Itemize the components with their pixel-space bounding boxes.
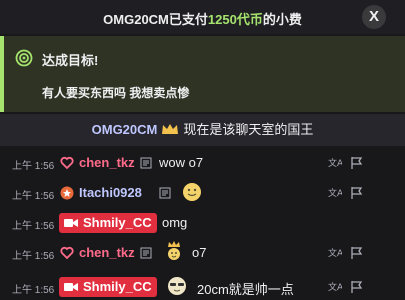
crowned-emote-icon	[168, 241, 180, 260]
king-banner: OMG20CM 现在是该聊天室的国王	[0, 114, 405, 146]
flag-icon[interactable]	[350, 186, 364, 200]
tip-banner: OMG20CM已支付1250代币的小费 X	[0, 0, 405, 34]
chat-message: 上午 1:56 Shmily_CC 20cm就是帅一点 文A	[0, 272, 405, 300]
message-time: 上午 1:56	[12, 161, 55, 172]
translate-icon[interactable]: 文A	[328, 280, 342, 294]
message-text: wow o7	[159, 155, 204, 170]
king-label: 现在是该聊天室的国王	[183, 122, 314, 137]
tip-message: OMG20CM已支付1250代币的小费	[0, 9, 405, 28]
camera-icon	[64, 219, 78, 227]
goal-description: 有人要买东西吗 我想卖点惨	[42, 86, 190, 100]
message-text: omg	[162, 215, 188, 230]
star-badge-icon	[60, 186, 74, 200]
svg-text:文A: 文A	[328, 247, 342, 259]
message-text: o7	[192, 245, 207, 260]
tip-text-after: 的小费	[262, 12, 302, 27]
translate-icon[interactable]: 文A	[328, 246, 342, 260]
tip-user[interactable]: OMG20CM	[103, 12, 169, 27]
close-button[interactable]: X	[362, 5, 386, 29]
goal-panel: 达成目标! 有人要买东西吗 我想卖点惨	[0, 36, 405, 112]
chat-message: 上午 1:56 chen_tkz o7 文A	[0, 238, 405, 268]
translate-icon[interactable]: 文A	[328, 186, 342, 200]
chat-message: 上午 1:56 Shmily_CC omg	[0, 208, 405, 238]
heart-badge-icon	[60, 246, 74, 260]
broadcaster-badge[interactable]: Shmily_CC	[59, 277, 157, 297]
flag-icon[interactable]	[350, 280, 364, 294]
message-time: 上午 1:56	[12, 191, 55, 202]
translate-icon[interactable]: 文A	[328, 156, 342, 170]
flag-icon[interactable]	[350, 156, 364, 170]
message-time: 上午 1:56	[12, 251, 55, 262]
note-icon[interactable]	[140, 157, 152, 169]
smile-emote-icon	[183, 183, 201, 201]
broadcaster-badge[interactable]: Shmily_CC	[59, 213, 157, 233]
camera-icon	[64, 283, 78, 291]
chat-message: 上午 1:56 Itachi0928 文A	[0, 178, 405, 208]
note-icon[interactable]	[140, 247, 152, 259]
flag-icon[interactable]	[350, 246, 364, 260]
message-text: 20cm就是帅一点	[197, 282, 294, 297]
svg-text:文A: 文A	[328, 157, 342, 169]
svg-text:文A: 文A	[328, 281, 342, 293]
chat-message: 上午 1:56 chen_tkz wow o7 文A	[0, 148, 405, 178]
message-time: 上午 1:56	[12, 285, 55, 296]
close-icon: X	[368, 8, 379, 25]
target-icon	[15, 49, 33, 67]
message-username[interactable]: Itachi0928	[79, 185, 142, 200]
note-icon[interactable]	[159, 187, 171, 199]
heart-badge-icon	[60, 156, 74, 170]
goal-title: 达成目标!	[42, 53, 99, 68]
crown-icon	[162, 124, 179, 134]
svg-text:文A: 文A	[328, 187, 342, 199]
sunglasses-emote-icon	[168, 277, 186, 295]
message-time: 上午 1:56	[12, 221, 55, 232]
message-username[interactable]: chen_tkz	[79, 245, 135, 260]
tip-text-before: 已支付	[168, 12, 208, 27]
king-user[interactable]: OMG20CM	[92, 122, 158, 137]
message-username[interactable]: chen_tkz	[79, 155, 135, 170]
message-username[interactable]: Shmily_CC	[83, 215, 152, 230]
message-username[interactable]: Shmily_CC	[83, 279, 152, 294]
tip-amount: 1250代币	[207, 12, 263, 27]
